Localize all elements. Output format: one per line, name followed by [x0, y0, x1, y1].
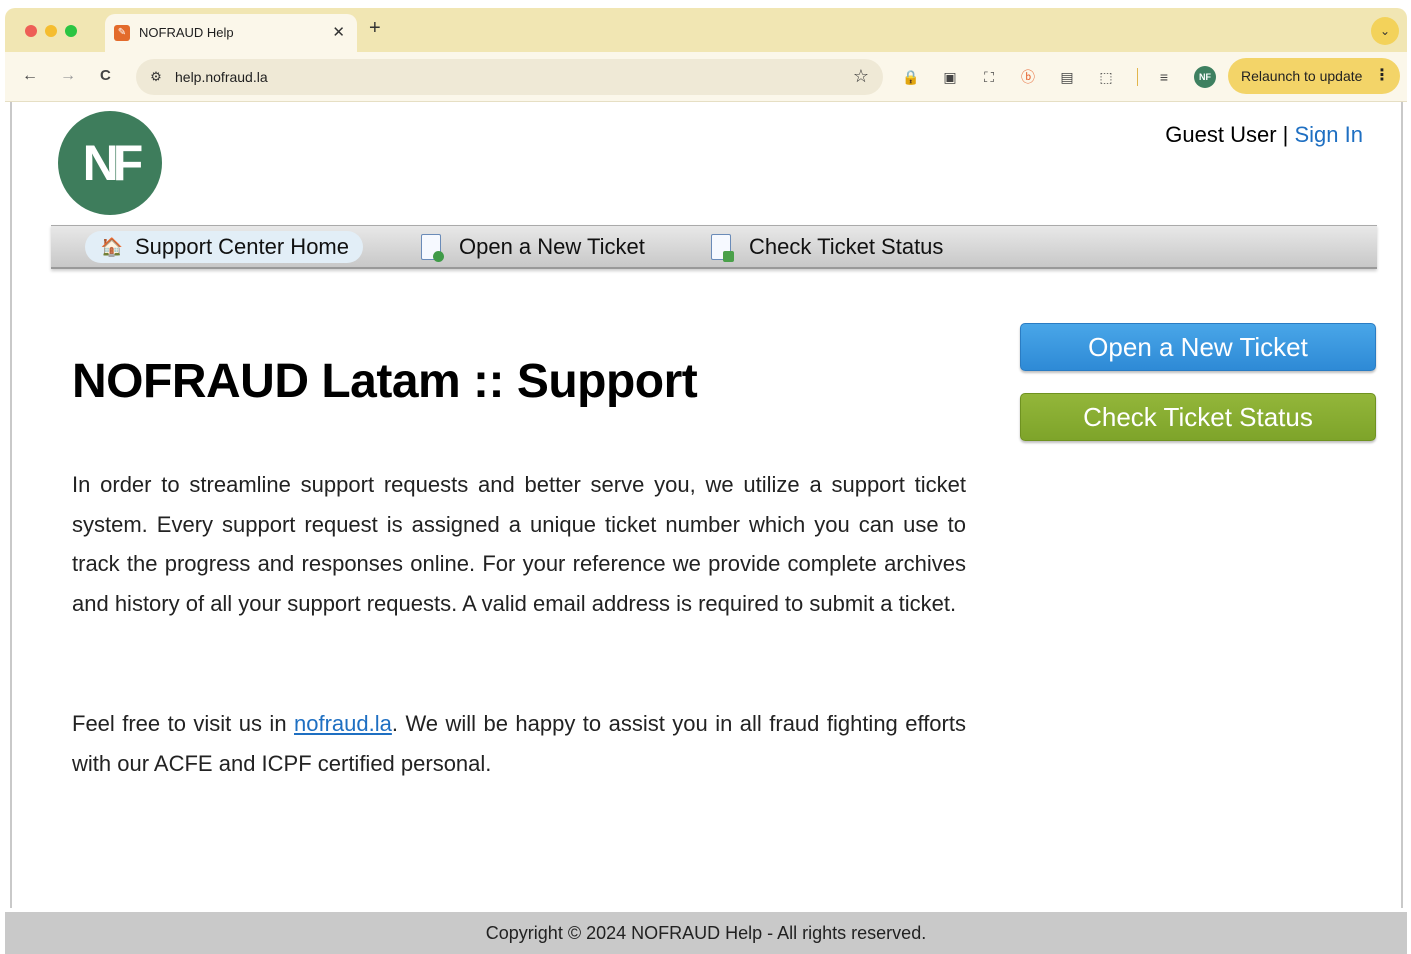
nofraud-link[interactable]: nofraud.la [294, 711, 392, 736]
favicon-icon: ✎ [114, 25, 130, 41]
page-container: NF Guest User | Sign In 🏠 Support Center… [10, 102, 1403, 908]
page-content: NF Guest User | Sign In 🏠 Support Center… [5, 102, 1407, 954]
browser-tab-active[interactable]: ✎ NOFRAUD Help ✕ [105, 14, 357, 52]
ticket-status-icon [711, 234, 734, 262]
nav-home-label: Support Center Home [135, 234, 349, 259]
visit-paragraph: Feel free to visit us in nofraud.la. We … [72, 704, 966, 783]
tab-strip: ✎ NOFRAUD Help ✕ + ⌄ [5, 8, 1407, 52]
page-footer: Copyright © 2024 NOFRAUD Help - All righ… [5, 912, 1407, 954]
tab-search-button[interactable]: ⌄ [1371, 17, 1399, 45]
sign-in-link[interactable]: Sign In [1295, 122, 1364, 147]
close-window-button[interactable] [25, 25, 37, 37]
browser-menu-icon[interactable]: ⋮ [1374, 58, 1390, 94]
relaunch-to-update-button[interactable]: Relaunch to update ⋮ [1228, 58, 1400, 94]
minimize-window-button[interactable] [45, 25, 57, 37]
close-tab-icon[interactable]: ✕ [332, 23, 345, 41]
open-new-ticket-button[interactable]: Open a New Ticket [1020, 323, 1376, 371]
extension-b-icon[interactable]: ⓑ [1019, 68, 1037, 86]
user-bar: Guest User | Sign In [1165, 122, 1363, 148]
back-button[interactable]: ← [22, 66, 38, 86]
reload-button[interactable]: C [100, 66, 111, 86]
extensions-puzzle-icon[interactable]: ⬚ [1097, 68, 1115, 86]
extension-document-icon[interactable]: ▤ [1058, 68, 1076, 86]
guest-user-label: Guest User [1165, 122, 1277, 147]
intro-paragraph: In order to streamline support requests … [72, 472, 966, 616]
bookmark-star-icon[interactable]: ☆ [853, 66, 869, 87]
nav-check-ticket-status[interactable]: Check Ticket Status [699, 231, 957, 263]
nav-check-status-label: Check Ticket Status [749, 234, 944, 259]
nav-open-new-ticket[interactable]: Open a New Ticket [409, 231, 659, 263]
screen-capture-icon[interactable]: ⛶ [980, 68, 998, 86]
maximize-window-button[interactable] [65, 25, 77, 37]
extension-image-icon[interactable]: ▣ [941, 68, 959, 86]
check-ticket-status-button[interactable]: Check Ticket Status [1020, 393, 1376, 441]
browser-toolbar: ← → C ⚙ help.nofraud.la ☆ 🔒 ▣ ⛶ ⓑ ▤ ⬚ ≡ … [5, 52, 1407, 102]
nav-support-center-home[interactable]: 🏠 Support Center Home [85, 231, 363, 263]
copyright-text: Copyright © 2024 NOFRAUD Help - All righ… [485, 923, 927, 943]
tab-title: NOFRAUD Help [139, 25, 234, 40]
extension-ghost-icon[interactable]: 🔒 [902, 68, 920, 86]
profile-avatar[interactable]: NF [1194, 66, 1216, 88]
url-text[interactable]: help.nofraud.la [175, 69, 268, 85]
reading-list-icon[interactable]: ≡ [1155, 68, 1173, 86]
nav-open-ticket-label: Open a New Ticket [459, 234, 645, 259]
visit-prefix: Feel free to visit us in [72, 711, 295, 736]
new-tab-button[interactable]: + [369, 17, 381, 39]
forward-button[interactable]: → [60, 66, 76, 86]
user-bar-separator: | [1282, 122, 1289, 147]
toolbar-divider [1137, 68, 1138, 86]
site-logo[interactable]: NF [58, 111, 162, 215]
home-icon: 🏠 [100, 237, 124, 257]
relaunch-label: Relaunch to update [1241, 68, 1363, 84]
address-bar[interactable]: ⚙ help.nofraud.la ☆ [136, 59, 883, 95]
site-info-icon[interactable]: ⚙ [146, 67, 166, 87]
new-ticket-icon [421, 234, 444, 262]
browser-window: ✎ NOFRAUD Help ✕ + ⌄ ← → C ⚙ help.nofrau… [5, 8, 1407, 954]
page-title: NOFRAUD Latam :: Support [72, 355, 698, 408]
main-nav: 🏠 Support Center Home Open a New Ticket … [51, 225, 1377, 269]
